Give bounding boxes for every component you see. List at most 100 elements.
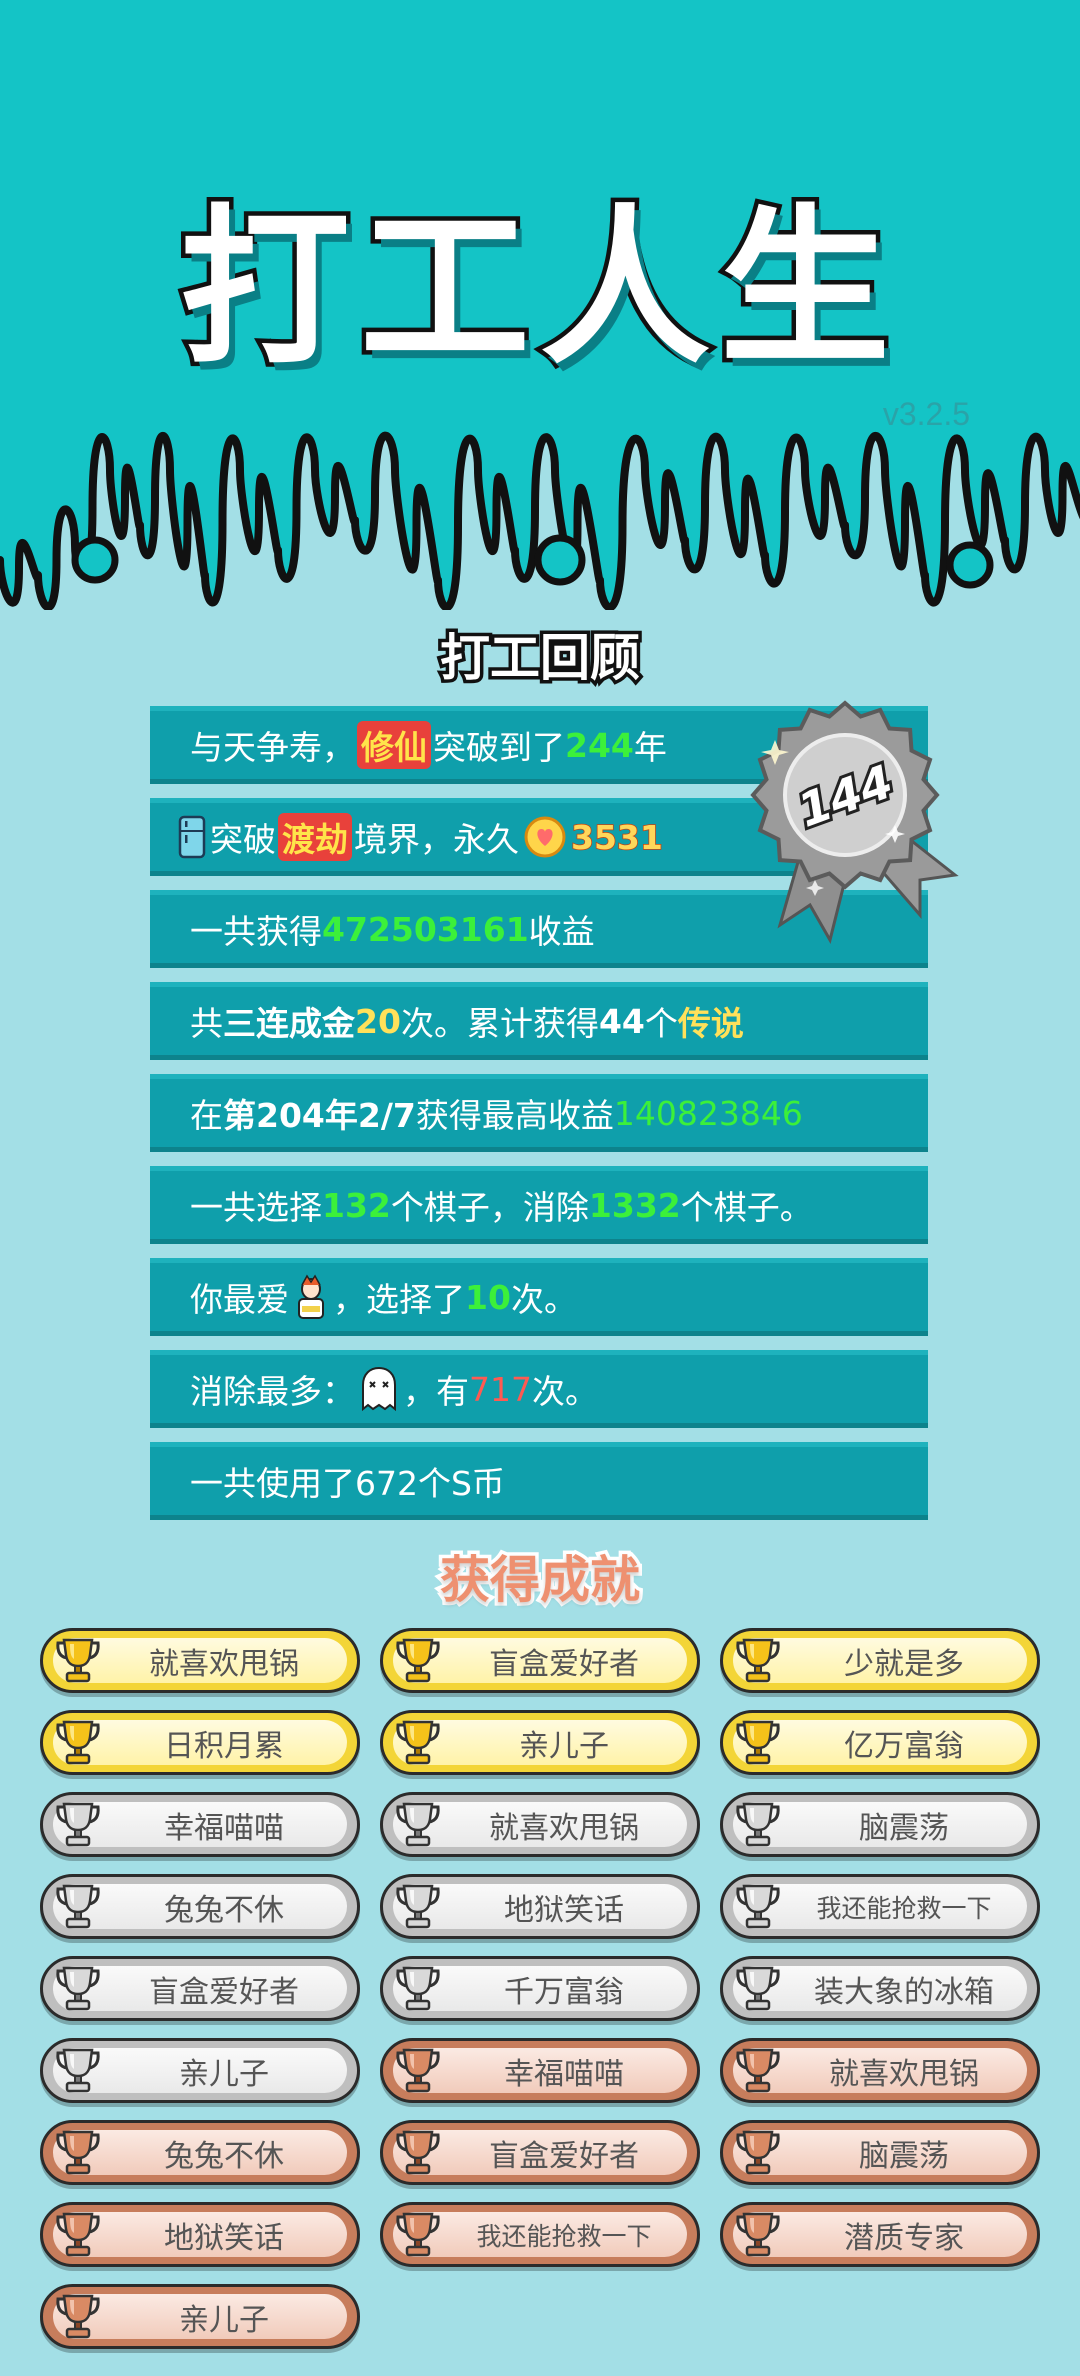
years-value: 244 [565,725,634,765]
chosen-count: 132 [322,1185,391,1225]
badge-label: 脑震荡 [859,2138,949,2174]
achievement-badge[interactable]: 亲儿子 [380,1710,700,1775]
badge-label: 幸福喵喵 [164,1810,284,1846]
realm-tag: 修仙 [357,721,431,769]
badge-label: 盲盒爱好者 [149,1974,299,2010]
trophy-icon [56,1638,100,1683]
review-row-favorite: 你最爱 ，选择了 10 次。 [150,1258,928,1336]
income-value: 472503161 [322,909,529,949]
achievement-badge[interactable]: 我还能抢救一下 [720,1874,1040,1939]
badge-label: 就喜欢甩锅 [829,2056,979,2092]
review-row-most-eliminated: 消除最多： ，有 717 次。 [150,1350,928,1428]
achievement-badge[interactable]: 就喜欢甩锅 [380,1792,700,1857]
review-row-combo: 共三连成金 20 次。累计获得 44 个传说 [150,982,928,1060]
achievement-badge[interactable]: 亲儿子 [40,2284,360,2349]
combo-count: 20 [355,1001,401,1041]
trophy-icon [56,2048,100,2093]
trophy-icon [736,1720,780,1765]
legend-label: 传说 [677,1004,744,1043]
achievement-badge[interactable]: 千万富翁 [380,1956,700,2021]
drip-drop [946,541,994,589]
achievement-badge[interactable]: 亲儿子 [40,2038,360,2103]
realm-tag: 渡劫 [278,813,352,861]
trophy-icon [396,2130,440,2175]
badge-label: 装大象的冰箱 [814,1974,994,2010]
achievements-grid: 就喜欢甩锅 盲盒爱好者 少就是多 日积月累 亲儿子 亿万富翁 幸福喵喵 就喜欢甩锅 脑震荡 兔兔不… [40,1628,1040,2349]
badge-label: 千万富翁 [504,1974,624,2010]
achievement-badge[interactable]: 幸福喵喵 [380,2038,700,2103]
favorite-piece-icon [298,1274,324,1319]
badge-label: 亿万富翁 [844,1728,964,1764]
badge-label: 亲儿子 [179,2056,269,2092]
trophy-icon [736,1638,780,1683]
badge-label: 地狱笑话 [504,1892,624,1928]
achievement-badge[interactable]: 装大象的冰箱 [720,1956,1040,2021]
date-value: 第204年2/7 [223,1096,416,1135]
legend-count: 44 [598,1001,645,1041]
achievement-badge[interactable]: 盲盒爱好者 [380,1628,700,1693]
trophy-icon [56,1720,100,1765]
achievement-badge[interactable]: 日积月累 [40,1710,360,1775]
trophy-icon [396,1802,440,1847]
badge-label: 脑震荡 [859,1810,949,1846]
achievement-badge[interactable]: 盲盒爱好者 [40,1956,360,2021]
badge-label: 少就是多 [844,1646,964,1682]
review-row-pieces: 一共选择 132 个棋子，消除 1332 个棋子。 [150,1166,928,1244]
achievement-badge[interactable]: 盲盒爱好者 [380,2120,700,2185]
achievement-badge[interactable]: 就喜欢甩锅 [40,1628,360,1693]
achievement-badge[interactable]: 地狱笑话 [40,2202,360,2267]
trophy-icon [56,1802,100,1847]
combo-label: 三连成金 [223,1004,355,1043]
drip-drop [534,534,586,586]
badge-label: 盲盒爱好者 [489,2138,639,2174]
review-row-max-income: 在 第204年2/7 获得最高收益 140823846 [150,1074,928,1152]
achievement-badge[interactable]: 脑震荡 [720,2120,1040,2185]
badge-label: 盲盒爱好者 [489,1646,639,1682]
achievement-badge[interactable]: 脑震荡 [720,1792,1040,1857]
achievement-badge[interactable]: 亿万富翁 [720,1710,1040,1775]
trophy-icon [736,2130,780,2175]
heart-coin-icon [524,816,566,858]
trophy-icon [396,2048,440,2093]
achievement-badge[interactable]: 潜质专家 [720,2202,1040,2267]
badge-label: 幸福喵喵 [504,2056,624,2092]
trophy-icon [56,1884,100,1929]
badge-label: 亲儿子 [519,1728,609,1764]
trophy-icon [736,2048,780,2093]
coin-value: 3531 [570,817,663,858]
badge-label: 地狱笑话 [164,2220,284,2256]
badge-label: 兔兔不休 [164,2138,284,2174]
ghost-icon [362,1366,396,1412]
badge-label: 我还能抢救一下 [816,1893,992,1923]
badge-label: 潜质专家 [844,2220,964,2256]
most-eliminated-count: 717 [469,1369,532,1409]
trophy-icon [396,1884,440,1929]
achievement-badge[interactable]: 地狱笑话 [380,1874,700,1939]
review-title: 打工回顾 [437,626,644,691]
achievement-badge[interactable]: 幸福喵喵 [40,1792,360,1857]
trophy-icon [396,1966,440,2011]
trophy-icon [56,2130,100,2175]
trophy-icon [396,1720,440,1765]
review-row-s-coin: 一共使用了672个S币 [150,1442,928,1520]
trophy-icon [736,2212,780,2257]
achievement-badge[interactable]: 少就是多 [720,1628,1040,1693]
trophy-icon [56,2294,100,2339]
app-title: 打工人生 [175,186,900,393]
trophy-icon [736,1802,780,1847]
achievements-title: 获得成就 [437,1548,644,1613]
level-medal: 144 [750,700,959,944]
badge-label: 就喜欢甩锅 [489,1810,639,1846]
achievement-badge[interactable]: 我还能抢救一下 [380,2202,700,2267]
achievement-badge[interactable]: 就喜欢甩锅 [720,2038,1040,2103]
trophy-icon [396,1638,440,1683]
badge-label: 亲儿子 [179,2302,269,2338]
badge-label: 兔兔不休 [164,1892,284,1928]
favorite-count: 10 [465,1277,511,1317]
badge-label: 日积月累 [164,1728,284,1764]
achievement-badge[interactable]: 兔兔不休 [40,1874,360,1939]
trophy-icon [56,2212,100,2257]
achievement-badge[interactable]: 兔兔不休 [40,2120,360,2185]
drip-drop [71,536,119,584]
fridge-icon [178,815,206,859]
